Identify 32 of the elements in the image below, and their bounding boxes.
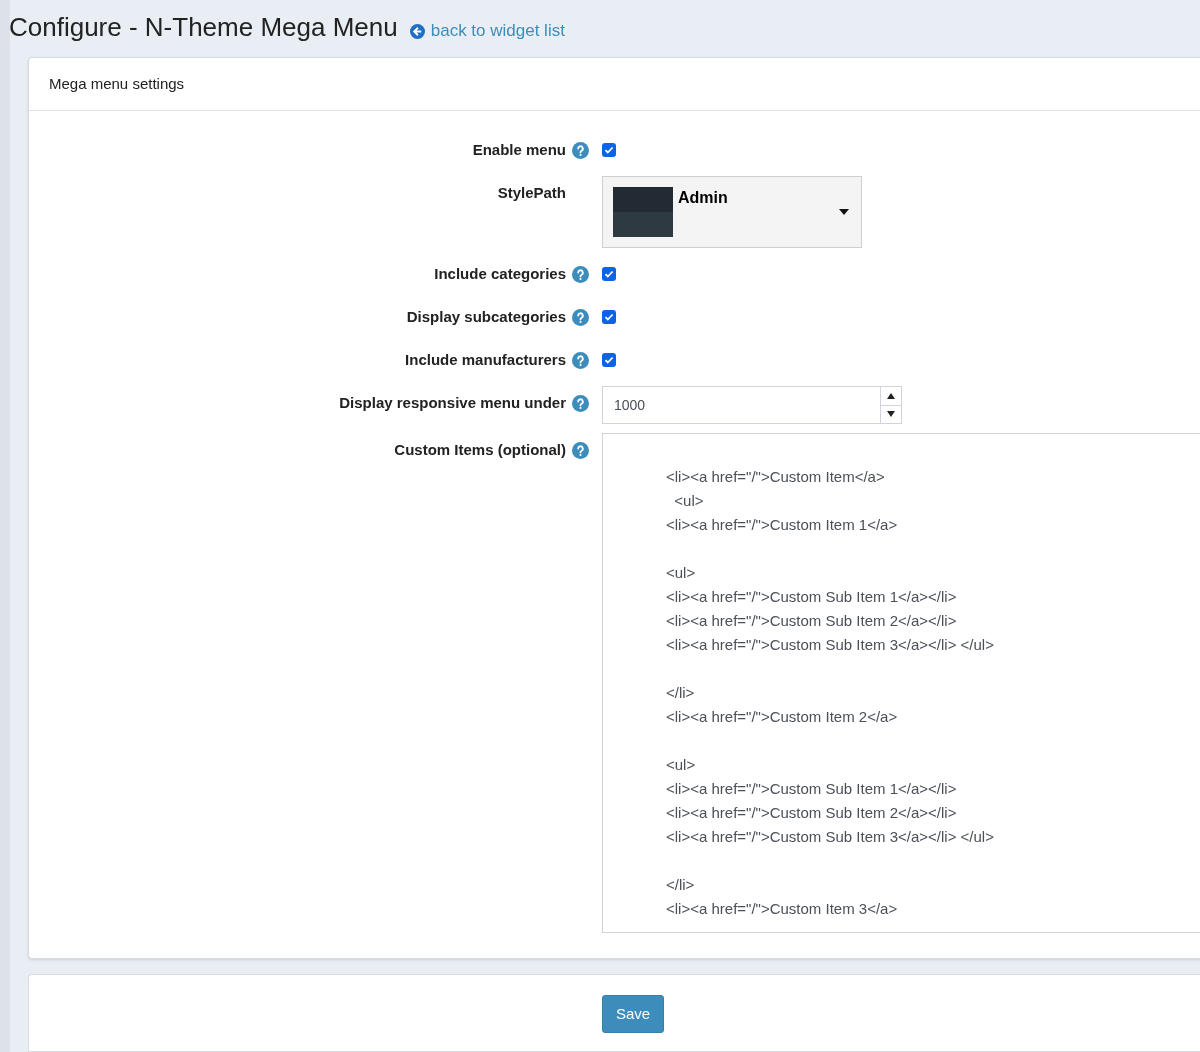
caret-icon: [839, 209, 849, 215]
field-label: Include categories: [434, 263, 566, 284]
help-icon[interactable]: [572, 308, 589, 326]
textarea-field[interactable]: <li><a href="/">Custom Item</a> <ul> <li><a href="/">Custom Item 1</a> <ul> <li><a href="/">Custom Sub Item 1</a></li> <li><a href="/">Custom Sub Item 2</a></li> <li><a href="/">Custom Sub Item 3</a></li> </ul> </li> <li><a href="/">Custom Item 2</a> <ul> <li><a href="/">Custom Sub Item 1</a></li> <li><a href="/">Custom Sub Item 2</a></li> <li><a href="/">Custom Sub Item 3</a></li> </ul> </li> <li><a href="/">Custom Item 3</a>: [602, 433, 1200, 933]
help-icon[interactable]: [572, 351, 589, 369]
card-title: Mega menu settings: [49, 75, 185, 92]
field-label: StylePath: [497, 182, 566, 203]
field-label: Custom Items (optional): [394, 439, 566, 460]
checkbox[interactable]: [602, 353, 616, 367]
field-label: Include manufacturers: [405, 349, 566, 370]
help-icon[interactable]: [572, 441, 589, 459]
field-label: Display responsive menu under: [339, 392, 566, 413]
down-arrow-icon: [887, 411, 895, 418]
up-arrow-icon: [887, 392, 895, 399]
theme-thumbnail: [613, 187, 673, 237]
check-icon: [604, 269, 614, 279]
help-icon[interactable]: [572, 265, 589, 283]
help-icon[interactable]: [572, 394, 589, 412]
check-icon: [604, 312, 614, 322]
help-icon[interactable]: [572, 141, 589, 159]
checkbox[interactable]: [602, 143, 616, 157]
number-field[interactable]: 1000: [602, 386, 902, 424]
page-title: Configure - N-Theme Mega Menu: [9, 11, 398, 44]
save-button[interactable]: Save: [602, 995, 665, 1033]
style-select[interactable]: Admin: [602, 176, 862, 248]
check-icon: [604, 355, 614, 365]
field-label: Enable menu: [472, 139, 566, 160]
field-label: Display subcategories: [406, 306, 566, 327]
checkbox[interactable]: [602, 267, 616, 281]
back-arrow-icon: [409, 23, 425, 39]
checkbox[interactable]: [602, 310, 616, 324]
check-icon: [604, 145, 614, 155]
